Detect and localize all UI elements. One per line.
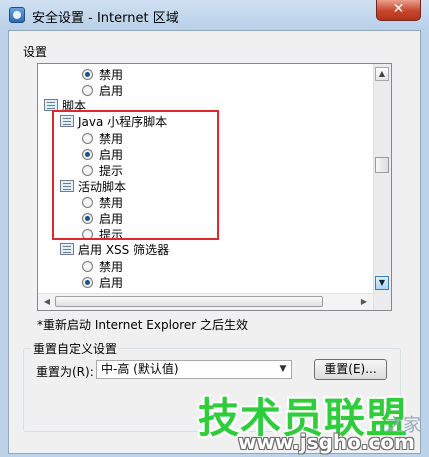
radio-button-checked[interactable] <box>82 213 93 224</box>
radio-option[interactable]: 启用 <box>82 147 123 163</box>
restart-note: *重新启动 Internet Explorer 之后生效 <box>37 318 249 332</box>
radio-option[interactable]: 禁用 <box>82 259 123 275</box>
radio-label: 禁用 <box>99 196 124 210</box>
radio-button[interactable] <box>82 261 93 272</box>
radio-option[interactable]: 禁用 <box>82 195 123 211</box>
settings-group-header: 启用 XSS 筛选器 <box>60 242 169 258</box>
radio-label: 禁用 <box>99 260 124 274</box>
radio-option[interactable]: 禁用 <box>82 67 123 83</box>
radio-option[interactable]: 启用 <box>82 83 123 99</box>
radio-button[interactable] <box>82 197 93 208</box>
settings-label: 设置 <box>23 45 48 59</box>
radio-option[interactable]: 禁用 <box>82 131 123 147</box>
settings-list[interactable]: 禁用 启用 脚本 Java 小程序脚本 禁用 启用 提示 活动脚本 禁用 启用 提示 启用 XSS 筛… <box>37 63 392 311</box>
radio-button-checked[interactable] <box>82 149 93 160</box>
security-level-select[interactable]: 中-高 (默认值) <box>96 360 292 379</box>
radio-option[interactable]: 提示 <box>82 163 123 179</box>
radio-label: 启用 <box>99 276 124 290</box>
title-bar: 安全设置 - Internet 区域 ✕ <box>0 0 429 30</box>
radio-option[interactable]: 启用 <box>82 275 123 291</box>
chevron-down-icon[interactable]: ▼ <box>275 361 291 378</box>
radio-button[interactable] <box>82 165 93 176</box>
internet-options-icon <box>9 7 25 23</box>
settings-group-label: 活动脚本 <box>78 180 127 194</box>
settings-group-label: Java 小程序脚本 <box>78 115 168 129</box>
radio-button[interactable] <box>82 85 93 96</box>
radio-label: 启用 <box>99 84 124 98</box>
reset-button[interactable]: 重置(E)... <box>314 359 387 380</box>
scroll-left-button[interactable]: ◀ <box>40 295 54 308</box>
radio-button[interactable] <box>82 133 93 144</box>
settings-group-icon <box>60 243 74 255</box>
settings-group-icon <box>60 115 74 127</box>
close-button[interactable]: ✕ <box>376 0 421 21</box>
radio-label: 禁用 <box>99 132 124 146</box>
scroll-up-button[interactable]: ▲ <box>375 67 389 81</box>
settings-group-icon <box>60 180 74 192</box>
radio-label: 启用 <box>99 148 124 162</box>
radio-option[interactable]: 启用 <box>82 211 123 227</box>
scroll-down-button[interactable]: ▼ <box>375 276 389 290</box>
vertical-scrollbar[interactable] <box>373 64 391 310</box>
settings-group-header: Java 小程序脚本 <box>60 114 167 130</box>
scroll-thumb[interactable] <box>375 157 389 173</box>
settings-group-header: 脚本 <box>44 98 86 114</box>
settings-group-label: 启用 XSS 筛选器 <box>78 243 170 257</box>
reset-to-label: 重置为(R): <box>36 365 94 379</box>
radio-label: 提示 <box>99 228 124 242</box>
reset-group-title: 重置自定义设置 <box>31 340 120 357</box>
scroll-right-button[interactable]: ▶ <box>357 295 371 308</box>
radio-button-checked[interactable] <box>82 277 93 288</box>
watermark-tail: 之家 <box>385 415 421 436</box>
window-title: 安全设置 - Internet 区域 <box>32 11 179 26</box>
horizontal-scroll-thumb[interactable] <box>55 296 323 307</box>
settings-group-label: 脚本 <box>62 99 87 113</box>
settings-group-header: 活动脚本 <box>60 179 126 195</box>
radio-button[interactable] <box>82 229 93 240</box>
settings-group-icon <box>44 99 58 111</box>
radio-button-checked[interactable] <box>82 69 93 80</box>
radio-label: 启用 <box>99 212 124 226</box>
radio-option[interactable]: 提示 <box>82 227 123 243</box>
radio-label: 提示 <box>99 164 124 178</box>
radio-label: 禁用 <box>99 68 124 82</box>
